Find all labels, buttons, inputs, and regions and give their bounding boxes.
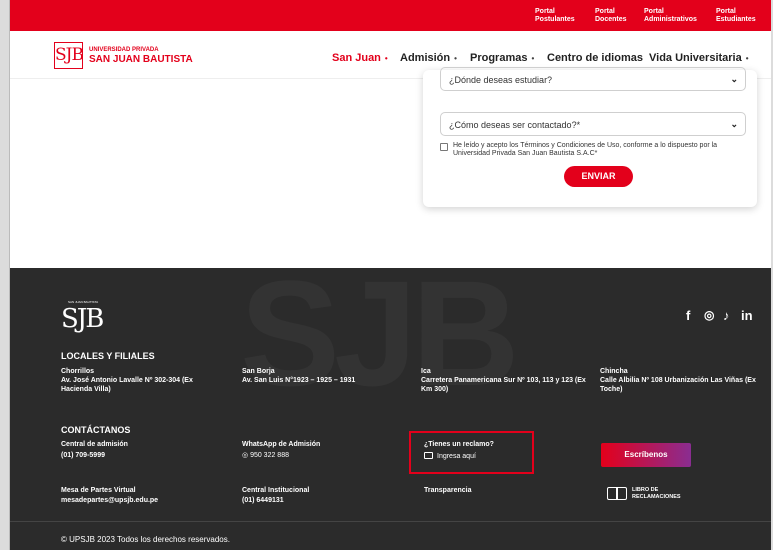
central-institucional-phone[interactable]: (01) 6449131 [242, 496, 284, 505]
nav-label: Vida Universitaria [649, 52, 742, 64]
nav-vida-universitaria[interactable]: Vida Universitaria • [649, 52, 749, 64]
portal-label: Portal [644, 8, 664, 15]
mesa-partes-label: Mesa de Partes Virtual [61, 487, 136, 494]
whatsapp-label: WhatsApp de Admisión [242, 441, 321, 448]
central-institucional-label: Central Institucional [242, 487, 310, 494]
libro-label: LIBRO DE RECLAMACIONES [632, 487, 681, 500]
nav-label: San Juan [332, 52, 381, 64]
portal-name: Administrativos [644, 15, 697, 23]
local-address: Av. San Luis N°1923 – 1925 – 1931 [242, 377, 356, 384]
portal-label: Portal [716, 8, 736, 15]
portal-label: Portal [595, 8, 615, 15]
select-value: ¿Dónde deseas estudiar? [449, 75, 553, 85]
terms-text: He leído y acepto los Términos y Condici… [453, 142, 718, 157]
terms-checkbox[interactable] [440, 143, 448, 151]
escribenos-button[interactable]: Escríbenos [601, 443, 691, 467]
portal-postulantes-link[interactable]: Portal Postulantes [535, 8, 575, 23]
nav-san-juan[interactable]: San Juan • [332, 52, 388, 64]
footer-logo[interactable]: SJB [61, 306, 104, 332]
contact-heading: CONTÁCTANOS [61, 425, 131, 435]
footer-divider [10, 521, 771, 522]
study-location-select[interactable]: ¿Dónde deseas estudiar? ⌄ [440, 67, 746, 91]
portal-label: Portal [535, 8, 555, 15]
portal-administrativos-link[interactable]: Portal Administrativos [644, 8, 697, 23]
central-admision-label: Central de admisión [61, 441, 128, 448]
central-admision-phone[interactable]: (01) 709-5999 [61, 451, 105, 460]
portal-name: Postulantes [535, 15, 575, 23]
local-name: Ica [421, 368, 431, 375]
whatsapp-icon: ◎ [242, 452, 251, 459]
tiktok-icon[interactable]: ♪ [723, 308, 730, 323]
local-name: San Borja [242, 368, 275, 375]
chevron-down-icon: • [454, 54, 457, 63]
nav-label: Admisión [400, 52, 451, 64]
reclamo-link-label: Ingresa aquí [437, 453, 476, 460]
whatsapp-number: 950 322 888 [250, 452, 289, 459]
linkedin-icon[interactable]: in [741, 308, 753, 323]
nav-label: Centro de idiomas [547, 52, 643, 64]
logo-mark[interactable]: SJB [54, 42, 84, 69]
submit-button[interactable]: ENVIAR [564, 166, 633, 187]
nav-centro-idiomas[interactable]: Centro de idiomas [547, 52, 643, 64]
select-value: ¿Cómo deseas ser contactado?* [449, 120, 581, 130]
local-name: Chincha [600, 368, 628, 375]
nav-programas[interactable]: Programas • [470, 52, 534, 64]
nav-admision[interactable]: Admisión • [400, 52, 457, 64]
reclamo-label: ¿Tienes un reclamo? [424, 441, 494, 448]
instagram-icon[interactable]: ◎ [704, 308, 714, 322]
portal-name: Estudiantes [716, 15, 756, 23]
chevron-down-icon: • [384, 54, 388, 63]
contact-method-select[interactable]: ¿Cómo deseas ser contactado?* ⌄ [440, 112, 746, 136]
chevron-down-icon: • [745, 54, 749, 63]
reclamo-link[interactable]: Ingresa aquí [424, 452, 476, 461]
libro-reclamaciones-link[interactable]: LIBRO DE RECLAMACIONES [607, 485, 687, 501]
whatsapp-link[interactable]: ◎ 950 322 888 [242, 451, 289, 460]
site-footer: SJB SAN JUAN BAUTISTA SJB f ◎ ♪ in LOCAL… [10, 268, 771, 550]
local-address: Av. José Antonio Lavalle Nº 302-304 (Ex … [61, 377, 193, 393]
libro-line2: RECLAMACIONES [632, 493, 681, 500]
copyright-text: © UPSJB 2023 Todos los derechos reservad… [61, 535, 230, 544]
local-address: Carretera Panamericana Sur Nº 103, 113 y… [421, 377, 586, 393]
local-address: Calle Albilia Nº 108 Urbanización Las Vi… [600, 377, 756, 393]
contact-form-card: ¿Dónde deseas estudiar? ⌄ ¿Cómo deseas s… [423, 67, 757, 207]
portal-bar: Portal Postulantes Portal Docentes Porta… [10, 0, 771, 31]
chevron-down-icon: • [531, 54, 535, 63]
locales-heading: LOCALES Y FILIALES [61, 351, 155, 361]
portal-estudiantes-link[interactable]: Portal Estudiantes [716, 8, 756, 23]
portal-name: Docentes [595, 15, 627, 23]
local-name: Chorrillos [61, 368, 95, 375]
facebook-icon[interactable]: f [686, 308, 690, 323]
chat-icon [424, 452, 433, 459]
logo-line1: UNIVERSIDAD PRIVADA [89, 47, 159, 53]
transparencia-link[interactable]: Transparencia [424, 486, 471, 495]
nav-label: Programas [470, 52, 528, 64]
chevron-down-icon: ⌄ [730, 74, 738, 84]
mesa-partes-email[interactable]: mesadepartes@upsjb.edu.pe [61, 496, 158, 505]
portal-docentes-link[interactable]: Portal Docentes [595, 8, 627, 23]
logo-line2: SAN JUAN BAUTISTA [89, 54, 193, 65]
chevron-down-icon: ⌄ [730, 119, 738, 129]
book-icon [607, 487, 627, 500]
browser-viewport: Portal Postulantes Portal Docentes Porta… [9, 0, 771, 550]
